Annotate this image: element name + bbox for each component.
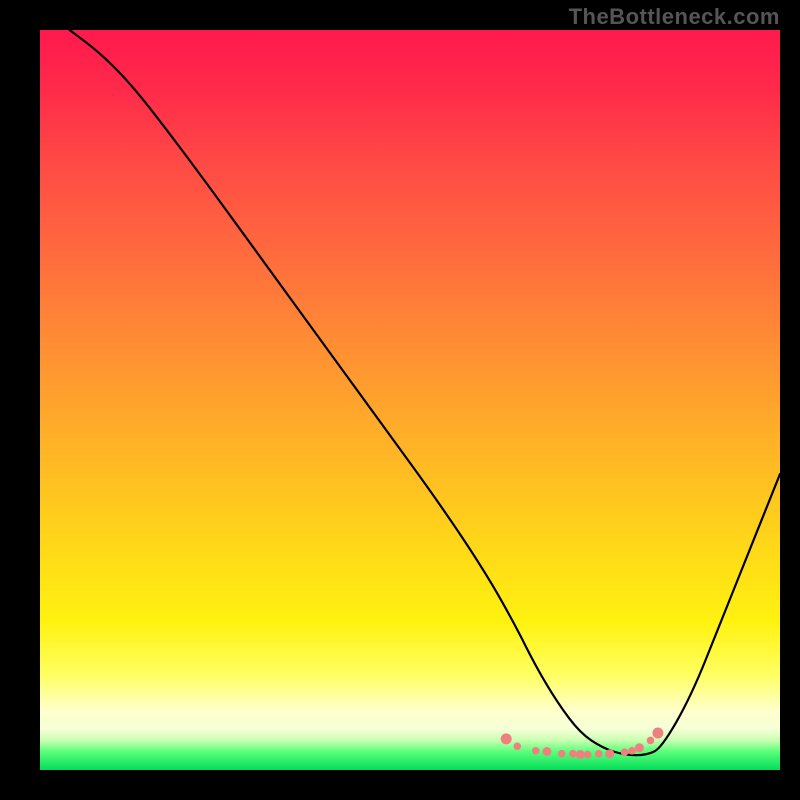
main-curve (70, 30, 780, 755)
marker-dot (576, 750, 585, 759)
marker-dot (558, 750, 566, 758)
marker-dot (621, 748, 629, 756)
curve-layer (40, 30, 780, 770)
marker-dot (647, 737, 655, 745)
marker-dot (514, 743, 522, 751)
watermark-text: TheBottleneck.com (569, 4, 780, 30)
chart-frame: TheBottleneck.com (0, 0, 800, 800)
plot-area (40, 30, 780, 770)
marker-dot (532, 747, 540, 755)
marker-dot (569, 750, 577, 758)
marker-dot (501, 733, 512, 744)
marker-dot (652, 728, 663, 739)
marker-dot (635, 743, 644, 752)
marker-dot (595, 750, 603, 758)
marker-dot (628, 747, 636, 755)
marker-dot (584, 751, 592, 759)
marker-dot (542, 747, 551, 756)
marker-dot (605, 749, 614, 758)
